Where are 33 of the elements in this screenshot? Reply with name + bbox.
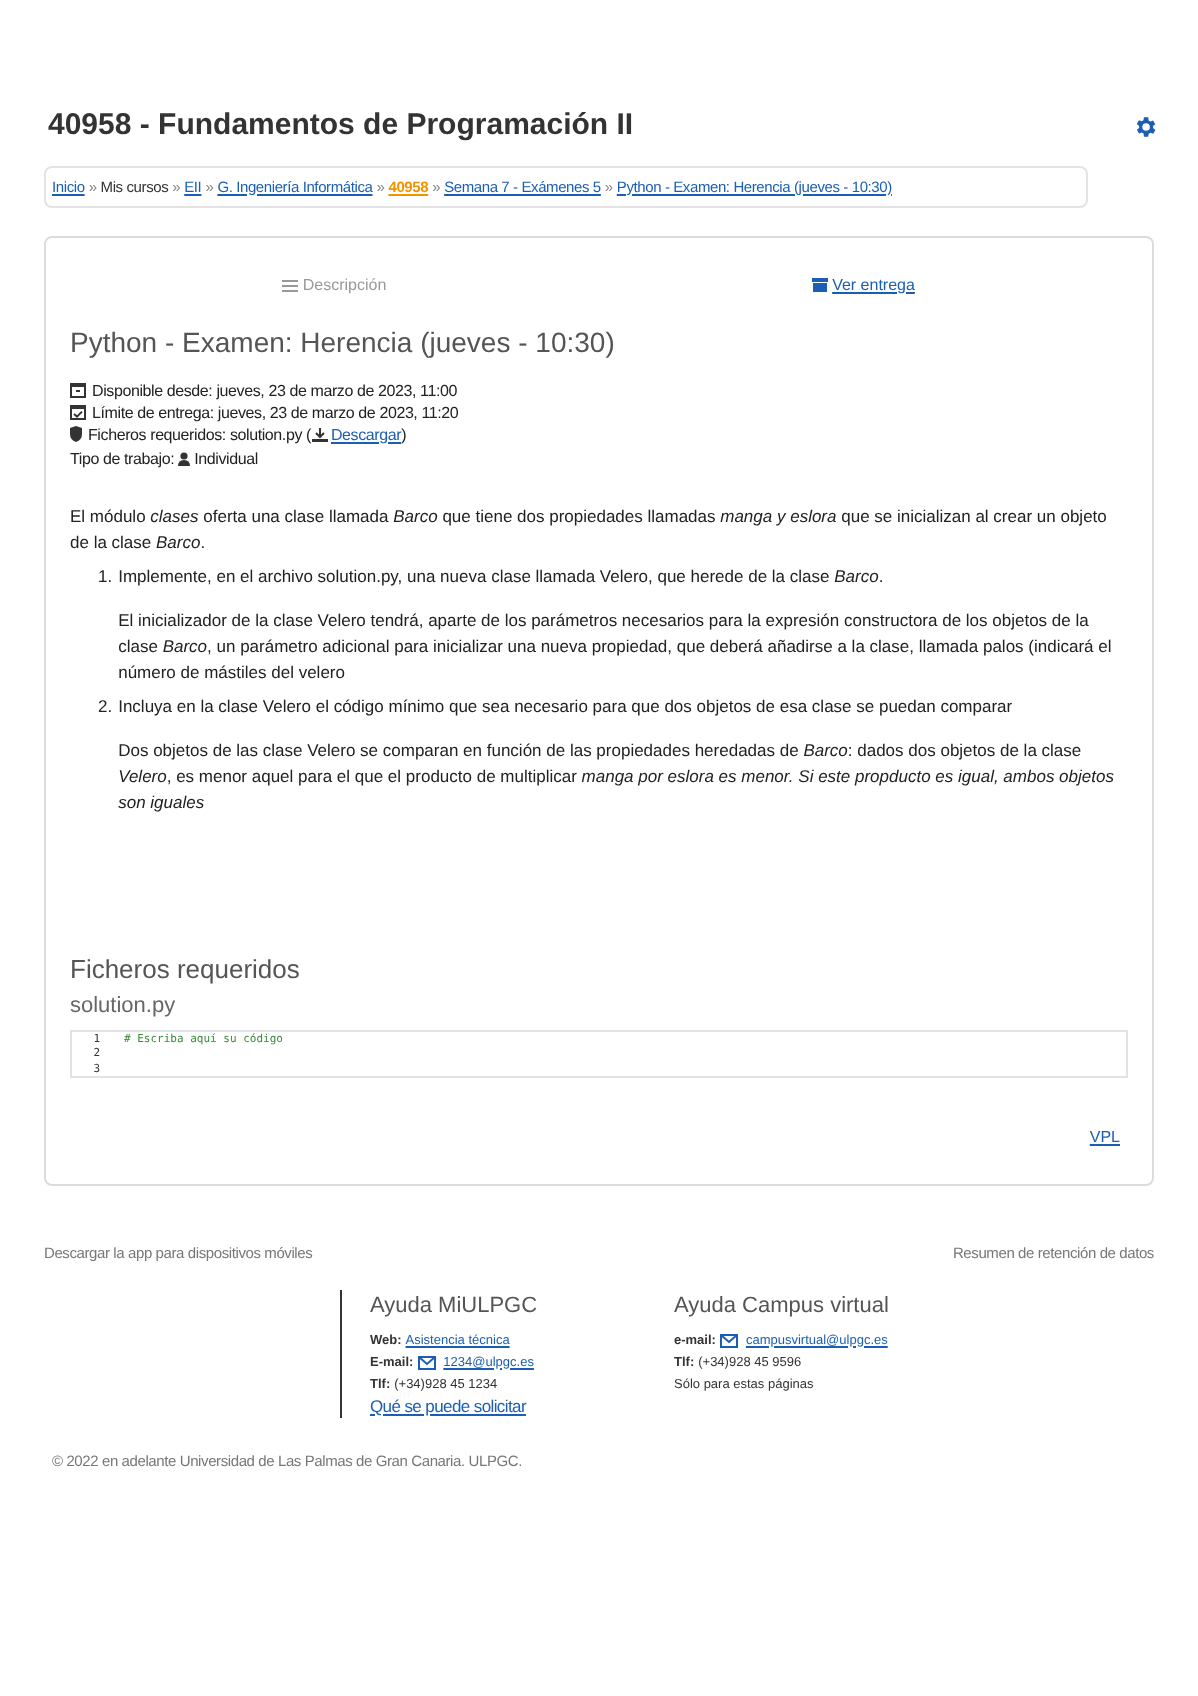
intro-paragraph: El módulo clases oferta una clase llamada Barco que tiene dos propiedades llamadas manga y eslora que se inicializan al crear un objeto de la clase Barco. (70, 503, 1109, 556)
file-name: solution.py (70, 992, 178, 1023)
detail-text: Disponible desde: jueves, 23 de marzo de 2023, 11:00 (92, 379, 457, 402)
step-text: Implemente, en el archivo solution.py, una nueva clase llamada Velero, que herede de la clase Barco. (118, 563, 886, 590)
detail-text: Tipo de trabajo: (70, 447, 175, 470)
step-detail: Dos objetos de las clase Velero se comparan en función de las propiedades heredadas de Barco: dados dos objetos de la clase Velero, es menor aquel para el que el producto de multiplicar manga por eslora es menor. Si este propducto es igual, ambos objetos son iguales (118, 737, 1116, 816)
step-text: Incluya en la clase Velero el código mínimo que sea necesario para que dos objetos de esa clase se puedan comparar (118, 693, 1015, 720)
calendar-icon (70, 404, 86, 421)
download-icon (312, 427, 329, 442)
download-link[interactable]: Descargar (330, 423, 402, 446)
step-number: 2. (98, 693, 113, 720)
step-detail: El inicializador de la clase Velero tendrá, aparte de los parámetros necesarios para la expresión constructora de los objetos de la clase Barco, un parámetro adicional para inicializar una nueva propiedad, que deberá añadirse a la clase, llamada palos (indicará el número de mástiles del velero (118, 607, 1114, 686)
detail-text: Ficheros requeridos: solution.py ( (88, 423, 311, 446)
detail-text: ) (401, 423, 407, 446)
step-number: 1. (98, 563, 113, 590)
help-title: Ayuda Campus virtual (674, 1292, 889, 1322)
envelope-icon (417, 1355, 436, 1369)
help-title: Ayuda MiULPGC (370, 1292, 540, 1322)
archive-icon (812, 278, 829, 293)
shield-icon (70, 426, 82, 443)
vpl-link[interactable]: VPL (1089, 1125, 1120, 1150)
tab[interactable]: Ver entrega (812, 273, 915, 298)
help-link[interactable]: Qué se puede solicitar (370, 1395, 646, 1417)
user-icon (178, 451, 191, 466)
detail-value: Individual (194, 447, 258, 470)
activity-title: Python - Examen: Herencia (jueves - 10:30) (70, 323, 617, 362)
list-icon (282, 279, 299, 292)
envelope-icon (719, 1333, 738, 1347)
settings-icon[interactable] (1132, 113, 1158, 140)
section-heading: Ficheros requeridos (70, 951, 302, 988)
detail-text: Límite de entrega: jueves, 23 de marzo de 2023, 11:20 (92, 401, 459, 424)
page-title: 40958 - Fundamentos de Programación II (48, 106, 634, 146)
calendar-icon (70, 382, 86, 399)
